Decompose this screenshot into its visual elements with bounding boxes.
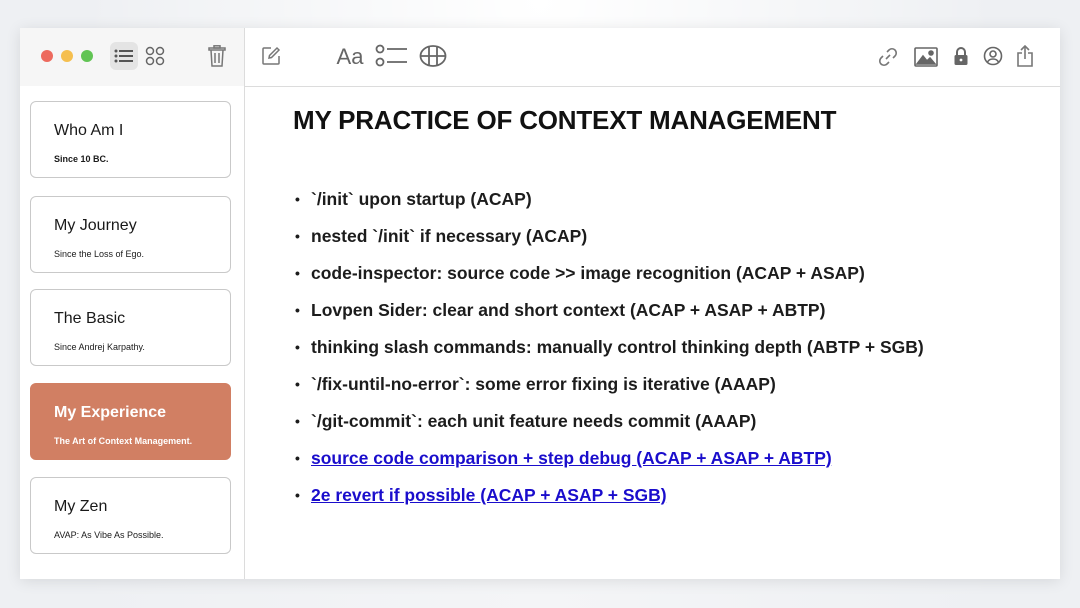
list-item-text: code-inspector: source code >> image rec… <box>311 263 865 283</box>
bullet-icon: • <box>295 228 300 244</box>
list-item: • 2e revert if possible (ACAP + ASAP + SG… <box>293 483 924 520</box>
note-card-who-am-i[interactable]: Who Am I Since 10 BC. <box>30 101 231 178</box>
list-item-text: thinking slash commands: manually contro… <box>311 337 924 357</box>
bullet-icon: • <box>295 302 300 318</box>
notes-window: Aa Who Am I Since 10 BC. My Journey Sinc… <box>20 28 1060 579</box>
toolbar: Aa <box>20 28 1060 87</box>
list-item-text: nested `/init` if necessary (ACAP) <box>311 226 588 246</box>
bullet-icon: • <box>295 191 300 207</box>
table-icon[interactable] <box>418 43 448 69</box>
list-item: • nested `/init` if necessary (ACAP) <box>293 224 924 261</box>
list-item: • source code comparison + step debug (AC… <box>293 446 924 483</box>
note-title: My Zen <box>54 498 108 515</box>
list-item: • `/init` upon startup (ACAP) <box>293 187 924 224</box>
list-item: • thinking slash commands: manually contr… <box>293 335 924 372</box>
note-card-my-zen[interactable]: My Zen AVAP: As Vibe As Possible. <box>30 477 231 554</box>
list-item-text: `/fix-until-no-error`: some error fixing… <box>311 374 776 394</box>
bullet-icon: • <box>295 339 300 355</box>
bullet-icon: • <box>295 265 300 281</box>
format-text-icon[interactable]: Aa <box>333 42 367 72</box>
note-card-the-basic[interactable]: The Basic Since Andrej Karpathy. <box>30 289 231 366</box>
bullet-icon: • <box>295 413 300 429</box>
bullet-icon: • <box>295 487 300 503</box>
notes-sidebar: Who Am I Since 10 BC. My Journey Since t… <box>20 86 245 579</box>
gallery-view-icon[interactable] <box>144 45 166 67</box>
list-item: • `/fix-until-no-error`: some error fixin… <box>293 372 924 409</box>
zoom-window-button[interactable] <box>81 50 93 62</box>
note-subtitle: Since Andrej Karpathy. <box>54 342 145 352</box>
list-item: • Lovpen Sider: clear and short context (… <box>293 298 924 335</box>
note-title: My Experience <box>54 404 167 421</box>
compose-icon[interactable] <box>260 45 282 67</box>
bullet-icon: • <box>295 376 300 392</box>
close-window-button[interactable] <box>41 50 53 62</box>
note-title: The Basic <box>54 310 126 327</box>
minimize-window-button[interactable] <box>61 50 73 62</box>
list-item-link[interactable]: source code comparison + step debug (ACA… <box>311 448 832 468</box>
note-card-my-experience[interactable]: My Experience The Art of Context Managem… <box>30 383 231 460</box>
collaborate-icon[interactable] <box>982 45 1004 67</box>
note-subtitle: AVAP: As Vibe As Possible. <box>54 530 164 540</box>
toolbar-sidebar-section <box>20 28 245 86</box>
trash-icon[interactable] <box>206 44 228 68</box>
list-item-text: `/git-commit`: each unit feature needs c… <box>311 411 757 431</box>
lock-icon[interactable] <box>951 45 971 67</box>
note-editor[interactable]: MY PRACTICE OF CONTEXT MANAGEMENT • `/ini… <box>245 87 1060 579</box>
note-card-my-journey[interactable]: My Journey Since the Loss of Ego. <box>30 196 231 273</box>
document-title: MY PRACTICE OF CONTEXT MANAGEMENT <box>293 105 837 135</box>
list-item-link[interactable]: 2e revert if possible (ACAP + ASAP + SGB… <box>311 485 667 505</box>
list-item-text: `/init` upon startup (ACAP) <box>311 189 532 209</box>
list-view-icon[interactable] <box>110 42 138 70</box>
image-icon[interactable] <box>913 46 939 68</box>
list-item-text: Lovpen Sider: clear and short context (A… <box>311 300 826 320</box>
share-icon[interactable] <box>1015 44 1035 68</box>
list-item: • code-inspector: source code >> image re… <box>293 261 924 298</box>
note-subtitle: The Art of Context Management. <box>54 436 193 446</box>
note-title: Who Am I <box>54 122 124 139</box>
link-icon[interactable] <box>877 46 899 68</box>
bullet-list: • `/init` upon startup (ACAP) • nested `/i… <box>293 187 924 520</box>
bullet-icon: • <box>295 450 300 466</box>
list-item: • `/git-commit`: each unit feature needs … <box>293 409 924 446</box>
note-subtitle: Since 10 BC. <box>54 154 109 164</box>
checklist-icon[interactable] <box>375 43 409 69</box>
note-title: My Journey <box>54 217 137 234</box>
note-subtitle: Since the Loss of Ego. <box>54 249 145 259</box>
